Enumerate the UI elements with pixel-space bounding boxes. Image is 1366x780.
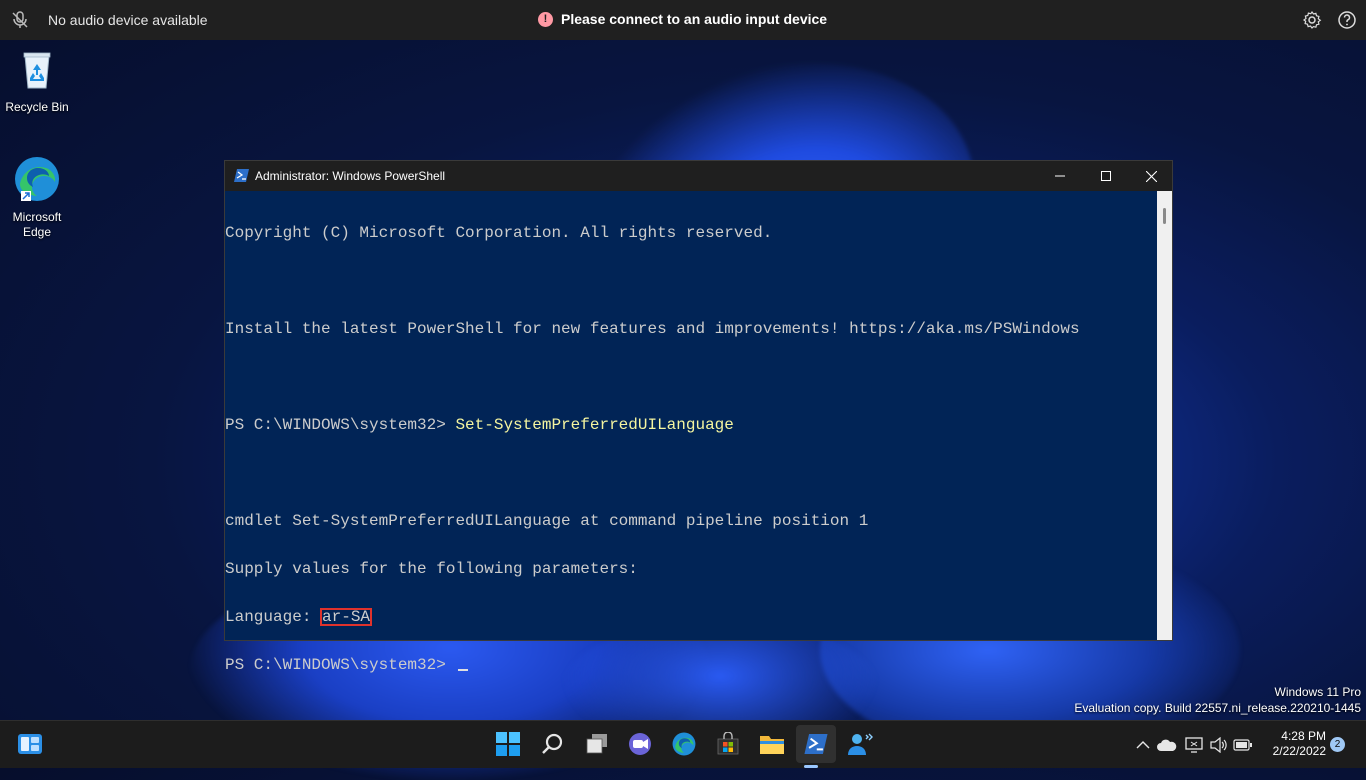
- volume-button[interactable]: [1209, 735, 1229, 755]
- build-watermark: Evaluation copy. Build 22557.ni_release.…: [1074, 701, 1361, 715]
- window-title: Administrator: Windows PowerShell: [255, 169, 446, 183]
- people-button[interactable]: [845, 729, 875, 759]
- console-line: Install the latest PowerShell for new fe…: [225, 320, 1080, 338]
- onedrive-button[interactable]: [1157, 735, 1177, 755]
- people-icon: [848, 733, 873, 755]
- minimize-button[interactable]: [1037, 161, 1083, 191]
- chevron-up-icon: [1136, 741, 1150, 749]
- start-icon: [496, 732, 520, 756]
- prompt: PS C:\WINDOWS\system32>: [225, 416, 456, 434]
- clock-date: 2/22/2022: [1272, 744, 1326, 758]
- task-view-button[interactable]: [582, 729, 612, 759]
- edge-label-line1: Microsoft: [12, 210, 62, 224]
- console-line: Copyright (C) Microsoft Corporation. All…: [225, 224, 773, 242]
- task-view-icon: [586, 734, 607, 754]
- chat-icon: [629, 733, 651, 755]
- parameter-label: Language:: [225, 608, 322, 626]
- command-text: Set-SystemPreferredUILanguage: [455, 416, 734, 434]
- maximize-button[interactable]: [1083, 161, 1129, 191]
- show-hidden-icons-button[interactable]: [1133, 735, 1153, 755]
- file-explorer-icon: [760, 736, 784, 754]
- powershell-taskbar-button[interactable]: [796, 725, 836, 768]
- window-titlebar[interactable]: Administrator: Windows PowerShell: [225, 161, 1172, 191]
- edge-icon: [15, 157, 59, 201]
- console-prompt-line: PS C:\WINDOWS\system32>: [225, 657, 1155, 673]
- vertical-scrollbar[interactable]: [1157, 191, 1172, 640]
- edge-taskbar-button[interactable]: [669, 729, 699, 759]
- highlighted-language-value: ar-SA: [320, 608, 373, 626]
- store-button[interactable]: [713, 729, 743, 759]
- text-cursor: [458, 669, 469, 671]
- parameter-line: Language: ar-SA: [225, 608, 1155, 626]
- maximize-icon: [1101, 171, 1111, 181]
- recycle-bin-icon: [23, 52, 51, 89]
- widgets-button[interactable]: [15, 729, 45, 759]
- battery-button[interactable]: [1233, 735, 1253, 755]
- display-icon: [1185, 737, 1203, 753]
- edge-label-line2: Edge: [22, 225, 52, 239]
- error-icon: !: [538, 11, 553, 27]
- display-button[interactable]: [1184, 735, 1204, 755]
- prompt: PS C:\WINDOWS\system32>: [225, 656, 456, 674]
- onedrive-icon: [1157, 739, 1177, 751]
- audio-notification-bar: No audio device available ! Please conne…: [0, 0, 1366, 40]
- console-line: Supply values for the following paramete…: [225, 560, 638, 578]
- powershell-window[interactable]: Administrator: Windows PowerShell Copyri…: [224, 160, 1173, 673]
- chat-button[interactable]: [625, 729, 655, 759]
- desktop-icon-recycle-bin[interactable]: Recycle Bin: [0, 48, 74, 115]
- gear-icon[interactable]: [1302, 10, 1322, 30]
- file-explorer-button[interactable]: [757, 729, 787, 759]
- widgets-icon: [18, 734, 42, 754]
- taskbar-clock[interactable]: 4:28 PM 2/22/2022: [1262, 729, 1326, 759]
- audio-alert: ! Please connect to an audio input devic…: [538, 11, 827, 27]
- clock-time: 4:28 PM: [1281, 729, 1326, 743]
- help-icon[interactable]: [1337, 10, 1357, 30]
- store-icon: [717, 732, 739, 755]
- mic-off-icon[interactable]: [10, 10, 30, 30]
- recycle-bin-label: Recycle Bin: [5, 100, 69, 114]
- minimize-icon: [1055, 175, 1065, 177]
- search-icon: [542, 733, 563, 754]
- powershell-icon: [804, 734, 828, 754]
- close-button[interactable]: [1128, 161, 1174, 191]
- console-output[interactable]: Copyright (C) Microsoft Corporation. All…: [225, 191, 1155, 673]
- taskbar: 4:28 PM 2/22/2022 2: [0, 720, 1366, 768]
- console-prompt-line: PS C:\WINDOWS\system32> Set-SystemPrefer…: [225, 417, 1155, 433]
- start-button[interactable]: [493, 729, 523, 759]
- desktop-icon-microsoft-edge[interactable]: Microsoft Edge: [0, 154, 74, 240]
- audio-alert-text: Please connect to an audio input device: [561, 11, 828, 27]
- scrollbar-thumb[interactable]: [1163, 208, 1166, 224]
- battery-icon: [1233, 739, 1252, 751]
- notification-badge[interactable]: 2: [1330, 737, 1345, 752]
- edition-watermark: Windows 11 Pro: [1274, 685, 1361, 699]
- console-line: cmdlet Set-SystemPreferredUILanguage at …: [225, 512, 869, 530]
- close-icon: [1145, 170, 1157, 182]
- audio-status-text: No audio device available: [48, 12, 208, 28]
- powershell-icon: [234, 169, 249, 182]
- search-button[interactable]: [537, 729, 567, 759]
- volume-icon: [1210, 737, 1227, 753]
- edge-icon: [672, 732, 696, 756]
